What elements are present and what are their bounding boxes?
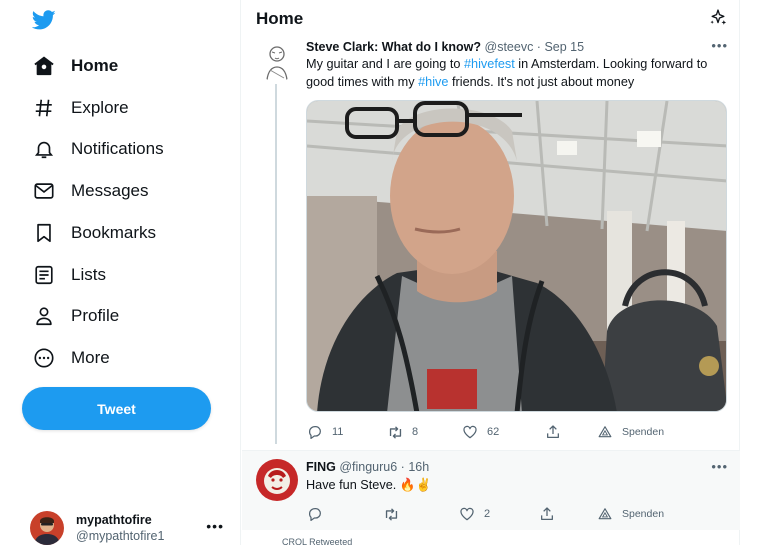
nav-label-profile: Profile — [71, 306, 120, 325]
avatar[interactable] — [256, 459, 298, 501]
spenden-button[interactable]: Spenden — [596, 504, 664, 524]
account-switcher[interactable]: mypathtofire @mypathtofire1 ••• — [30, 508, 230, 545]
nav-label-more: More — [71, 348, 110, 367]
page-title: Home — [256, 9, 304, 28]
avatar[interactable] — [256, 40, 298, 82]
right-rail — [741, 0, 768, 545]
tweet-text: Have fun Steve. 🔥✌️ — [306, 477, 722, 495]
heart-icon — [458, 505, 476, 523]
share-button[interactable] — [544, 422, 562, 442]
tweet-header: FING @finguru6 · 16h — [306, 459, 429, 475]
reply-count: 11 — [332, 426, 344, 438]
bookmark-icon — [32, 221, 56, 245]
tweet-actions: 2 Spenden — [306, 504, 726, 524]
nav-profile[interactable]: Profile — [32, 300, 119, 332]
person-icon — [32, 304, 56, 328]
tweet-meta: @finguru6 · 16h — [339, 460, 430, 474]
retweet-icon — [382, 505, 400, 523]
spenden-button[interactable]: Spenden — [596, 422, 664, 442]
spenden-label: Spenden — [622, 426, 665, 438]
nav-home[interactable]: Home — [32, 50, 118, 82]
list-icon — [32, 263, 56, 287]
hashtag-link[interactable]: #hive — [418, 75, 448, 89]
hive-triangle-icon — [596, 505, 614, 523]
retweeted-context: CRQL Retweeted — [282, 537, 353, 545]
sidebar: Home Explore Notifications Messages Book… — [0, 0, 241, 545]
reply-button[interactable]: 11 — [306, 422, 343, 442]
share-icon — [538, 505, 556, 523]
avatar — [30, 511, 64, 545]
like-button[interactable]: 2 — [458, 504, 490, 524]
nav-label-home: Home — [71, 56, 119, 75]
tweet-header: Steve Clark: What do I know? @steevc · S… — [306, 39, 584, 55]
envelope-icon — [32, 179, 56, 203]
nav-label-messages: Messages — [71, 181, 149, 200]
hashtag-link[interactable]: #hivefest — [464, 57, 515, 71]
hive-triangle-icon — [596, 423, 614, 441]
nav-messages[interactable]: Messages — [32, 175, 148, 207]
reply-button[interactable] — [306, 504, 332, 524]
thread-line — [275, 84, 277, 444]
share-icon — [544, 423, 562, 441]
nav-bookmarks[interactable]: Bookmarks — [32, 217, 156, 249]
share-button[interactable] — [538, 504, 556, 524]
nav-more[interactable]: More — [32, 342, 110, 374]
nav-explore[interactable]: Explore — [32, 92, 129, 124]
timeline-header: Home — [242, 0, 740, 36]
nav-label-bookmarks: Bookmarks — [71, 223, 157, 242]
tweet-author-name[interactable]: FING — [306, 460, 336, 474]
retweet-button[interactable]: 8 — [386, 422, 418, 442]
retweet-count: 8 — [412, 426, 419, 438]
tweet-more-icon[interactable]: ••• — [711, 38, 728, 53]
tweet-photo[interactable] — [306, 100, 727, 412]
tweet-text-part: friends. It's not just about money — [448, 74, 635, 89]
nav-label-explore: Explore — [71, 98, 129, 117]
tweet-text-part: Have fun Steve. 🔥✌️ — [306, 478, 432, 492]
bell-icon — [32, 137, 56, 161]
sparkle-icon[interactable] — [708, 8, 728, 28]
heart-icon — [461, 423, 479, 441]
reply-icon — [306, 423, 324, 441]
like-count: 2 — [484, 508, 491, 520]
tweet[interactable]: FING @finguru6 · 16h ••• Have fun Steve.… — [242, 450, 740, 530]
more-circle-icon — [32, 346, 56, 370]
retweet-icon — [386, 423, 404, 441]
tweet-text-part: My guitar and I are going to — [306, 57, 464, 71]
nav-label-lists: Lists — [71, 265, 106, 284]
home-icon — [32, 54, 56, 78]
account-handle: @mypathtofire1 — [76, 529, 165, 543]
account-display-name: mypathtofire — [76, 513, 152, 527]
spenden-label: Spenden — [622, 508, 665, 520]
like-count: 62 — [487, 426, 500, 438]
reply-icon — [306, 505, 324, 523]
nav-label-notifications: Notifications — [71, 139, 164, 158]
tweet-actions: 11 8 62 Spenden — [306, 422, 726, 442]
retweet-button[interactable] — [382, 504, 408, 524]
timeline: Home Steve Clark: What do I know? @steev… — [242, 0, 740, 545]
like-button[interactable]: 62 — [461, 422, 499, 442]
tweet[interactable]: Steve Clark: What do I know? @steevc · S… — [242, 36, 740, 449]
nav-notifications[interactable]: Notifications — [32, 133, 164, 165]
tweet-text: My guitar and I are going to #hivefest i… — [306, 56, 722, 91]
nav-lists[interactable]: Lists — [32, 259, 106, 291]
tweet-meta: @steevc · Sep 15 — [484, 40, 585, 54]
twitter-bird-icon[interactable] — [31, 8, 56, 32]
tweet-author-name[interactable]: Steve Clark: What do I know? — [306, 40, 481, 54]
tweet-button[interactable]: Tweet — [22, 387, 211, 430]
tweet-more-icon[interactable]: ••• — [711, 459, 728, 474]
hashtag-icon — [32, 96, 56, 120]
account-menu-icon[interactable]: ••• — [206, 518, 224, 534]
